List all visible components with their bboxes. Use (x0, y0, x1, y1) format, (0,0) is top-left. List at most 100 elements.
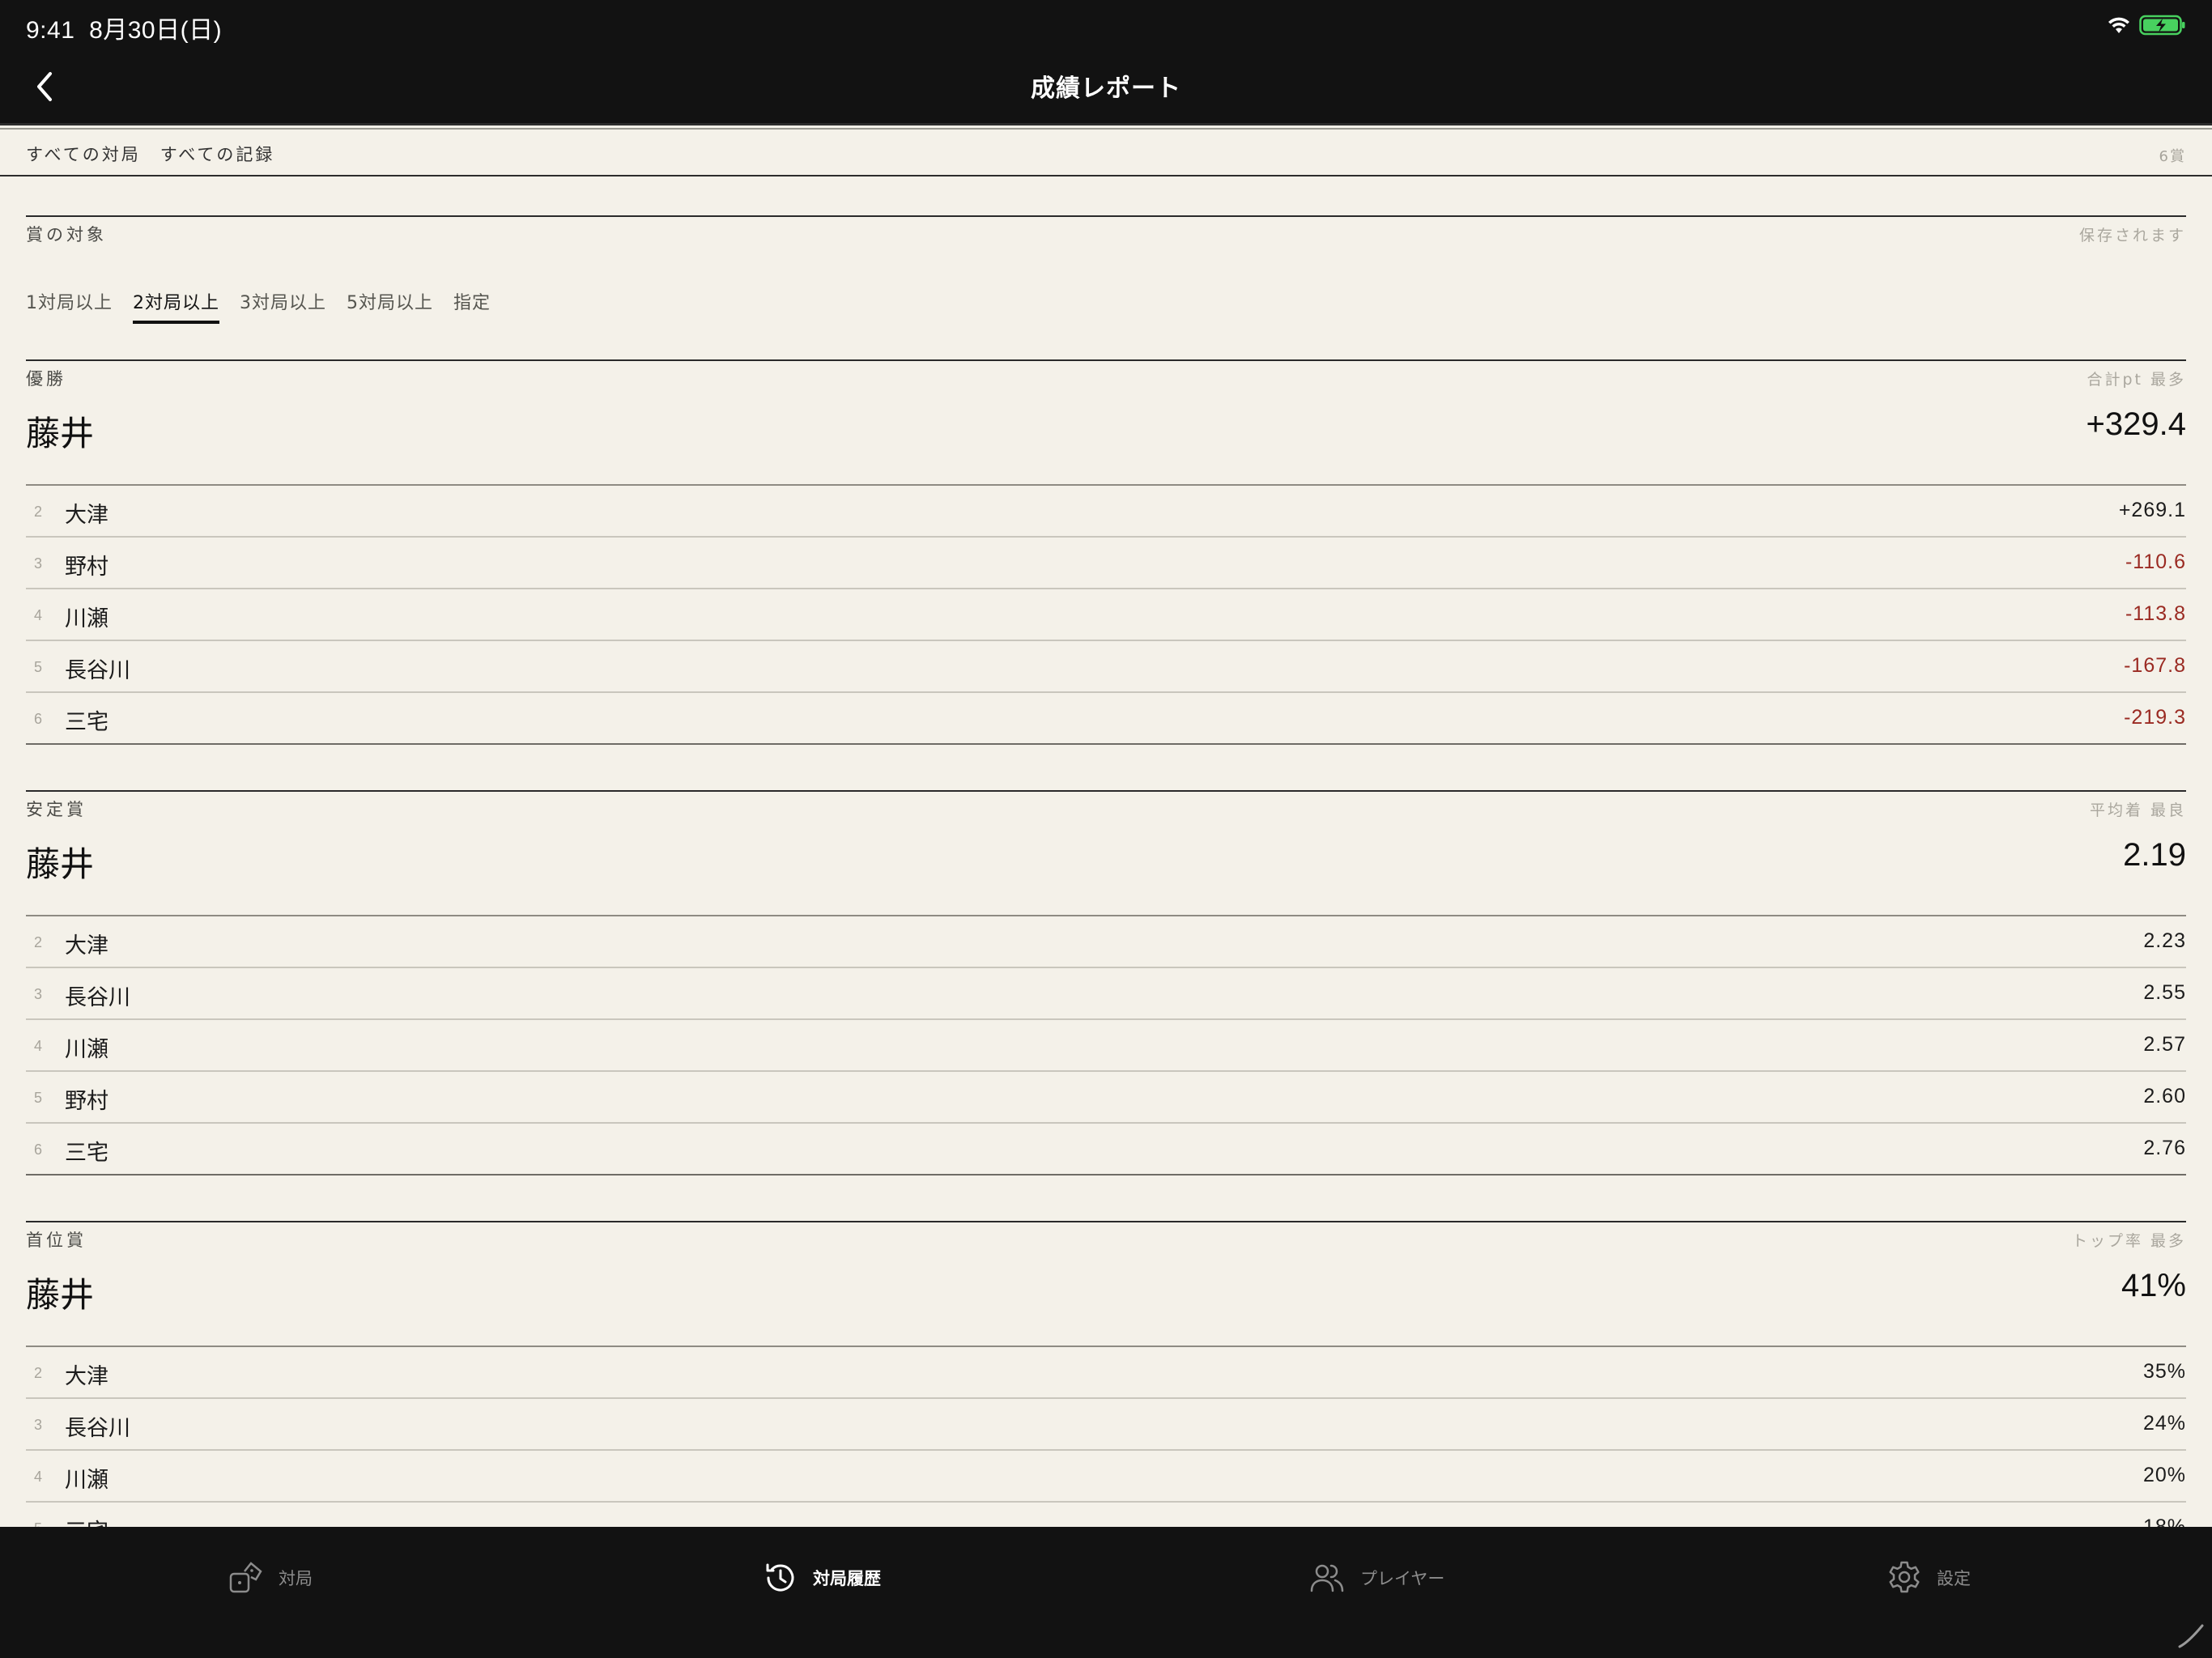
tab-2-game-min[interactable]: 2対局以上 (133, 288, 219, 324)
ranking-list: 2 大津 2.23 3 長谷川 2.55 4 川瀬 2.57 5 野村 2.60 6 三宅 2.76 (26, 916, 2186, 1175)
award-section-champion: 優勝 合計pt 最多 藤井 +329.4 2 大津 +269.1 3 野村 -110.6… (26, 359, 2186, 745)
tabbar-label: 対局履歴 (813, 1569, 881, 1588)
rank-number: 4 (34, 1469, 43, 1485)
ranking-row[interactable]: 5 長谷川 -167.8 (26, 641, 2186, 693)
award-criteria: 合計pt 最多 (2087, 371, 2186, 389)
rank-number: 2 (34, 934, 43, 950)
history-icon (766, 1563, 794, 1592)
tabbar-label: 設定 (1937, 1569, 1971, 1588)
ranking-row[interactable]: 6 三宅 -219.3 (26, 693, 2186, 745)
tab-1-game-min[interactable]: 1対局以上 (26, 288, 113, 321)
tab-5-game-min[interactable]: 5対局以上 (347, 288, 433, 321)
award-section-stability: 安定賞 平均着 最良 藤井 2.19 2 大津 2.23 3 長谷川 2.55 4 川瀬 2… (26, 790, 2186, 1175)
rank-number: 4 (34, 1038, 43, 1054)
page-title: 成績レポート (1031, 74, 1181, 103)
filter-scope[interactable]: すべての対局 すべての記録 (26, 142, 274, 166)
rank-number: 5 (34, 1090, 43, 1106)
winner-name: 藤井 (26, 844, 95, 884)
rank-number: 3 (34, 986, 43, 1002)
player-name: 三宅 (65, 1514, 108, 1527)
ranking-row[interactable]: 2 大津 35% (26, 1347, 2186, 1399)
tab-custom[interactable]: 指定 (453, 288, 491, 321)
player-value: -219.3 (2124, 706, 2186, 729)
ranking-row[interactable]: 3 野村 -110.6 (26, 538, 2186, 589)
rank-number: 5 (34, 659, 43, 675)
ranking-row[interactable]: 4 川瀬 -113.8 (26, 589, 2186, 641)
rank-number: 6 (34, 1141, 43, 1158)
tabbar-item-settings[interactable]: 設定 (1887, 1558, 1971, 1598)
ranking-row[interactable]: 5 野村 2.60 (26, 1072, 2186, 1124)
rank-number: 2 (34, 1365, 43, 1381)
ranking-row[interactable]: 3 長谷川 24% (26, 1399, 2186, 1451)
players-icon (1310, 1564, 1344, 1592)
award-count: 6賞 (2159, 148, 2186, 165)
award-winner[interactable]: 藤井 +329.4 (26, 398, 2186, 486)
ranking-list: 2 大津 +269.1 3 野村 -110.6 4 川瀬 -113.8 5 長谷川 -167.8… (26, 486, 2186, 745)
ranking-row[interactable]: 6 三宅 2.76 (26, 1124, 2186, 1175)
award-winner[interactable]: 藤井 2.19 (26, 829, 2186, 916)
player-value: 2.57 (2143, 1033, 2186, 1056)
rank-number: 3 (34, 555, 43, 572)
player-value: 24% (2142, 1412, 2186, 1435)
target-section: 賞の対象 保存されます 1対局以上 2対局以上 3対局以上 5対局以上 指定 (26, 215, 2186, 376)
player-value: -167.8 (2124, 654, 2186, 677)
player-value: 2.60 (2143, 1085, 2186, 1107)
player-name: 長谷川 (65, 658, 130, 683)
ranking-row[interactable]: 2 大津 2.23 (26, 916, 2186, 968)
section-label: 賞の対象 (26, 225, 107, 244)
rank-number: 4 (34, 607, 43, 623)
player-name: 長谷川 (65, 985, 130, 1010)
ranking-row[interactable]: 2 大津 +269.1 (26, 486, 2186, 538)
section-header: 賞の対象 保存されます (26, 217, 2186, 254)
winner-name: 藤井 (26, 414, 95, 453)
winner-name: 藤井 (26, 1275, 95, 1315)
player-value: 2.55 (2143, 981, 2186, 1004)
player-name: 大津 (65, 1364, 108, 1389)
section-meta: 保存されます (2078, 227, 2186, 244)
tab-bar: 対局 対局履歴 プレイヤー 設定 (0, 1527, 2212, 1658)
pencil-icon (2178, 1624, 2204, 1648)
ranking-row[interactable]: 3 長谷川 2.55 (26, 968, 2186, 1020)
report-scroll-area[interactable]: 賞の対象 保存されます 1対局以上 2対局以上 3対局以上 5対局以上 指定 優… (0, 176, 2212, 1527)
award-label: 安定賞 (26, 800, 87, 819)
ranking-row[interactable]: 4 川瀬 2.57 (26, 1020, 2186, 1072)
winner-value: 41% (2121, 1268, 2186, 1303)
award-section-top-rate: 首位賞 トップ率 最多 藤井 41% 2 大津 35% 3 長谷川 24% 4 川瀬 20%… (26, 1221, 2186, 1527)
rank-number: 6 (34, 711, 43, 727)
rank-number: 5 (34, 1520, 42, 1527)
gear-icon (1889, 1561, 1920, 1593)
player-name: 野村 (65, 555, 108, 580)
status-time: 9:41 8月30日(日) (26, 17, 223, 44)
rank-number: 3 (34, 1417, 43, 1433)
player-name: 三宅 (65, 710, 108, 735)
ranking-row[interactable]: 4 川瀬 20% (26, 1451, 2186, 1503)
player-name: 長谷川 (65, 1416, 130, 1441)
player-name: 大津 (65, 503, 108, 528)
player-name: 三宅 (65, 1141, 108, 1166)
player-value: -110.6 (2125, 551, 2186, 573)
tabbar-label: プレイヤー (1360, 1569, 1445, 1588)
section-header: 優勝 合計pt 最多 (26, 361, 2186, 398)
tabbar-item-players[interactable]: プレイヤー (1308, 1558, 1444, 1598)
winner-value: +329.4 (2086, 406, 2186, 442)
navigation-bar: 成績レポート (0, 49, 2212, 123)
award-criteria: 平均着 最良 (2089, 801, 2186, 819)
section-header: 安定賞 平均着 最良 (26, 792, 2186, 829)
filter-bar[interactable]: すべての対局 すべての記録 6賞 (0, 123, 2212, 176)
wifi-icon (2108, 17, 2129, 33)
status-bar: 9:41 8月30日(日) (0, 0, 2212, 49)
player-value: +269.1 (2118, 499, 2186, 521)
award-label: 首位賞 (26, 1231, 87, 1250)
player-value: 2.76 (2143, 1137, 2186, 1159)
tab-3-game-min[interactable]: 3対局以上 (240, 288, 326, 321)
award-label: 優勝 (26, 369, 66, 389)
battery-charging-icon (2139, 15, 2185, 36)
player-name: 川瀬 (65, 606, 108, 631)
ranking-row[interactable]: 5 三宅 18% (26, 1503, 2186, 1527)
status-icons (2107, 11, 2186, 39)
tabbar-item-games[interactable]: 対局 (228, 1558, 313, 1598)
player-value: -113.8 (2125, 602, 2186, 625)
tabbar-item-history[interactable]: 対局履歴 (763, 1558, 881, 1598)
award-winner[interactable]: 藤井 41% (26, 1260, 2186, 1347)
player-name: 川瀬 (65, 1037, 108, 1062)
